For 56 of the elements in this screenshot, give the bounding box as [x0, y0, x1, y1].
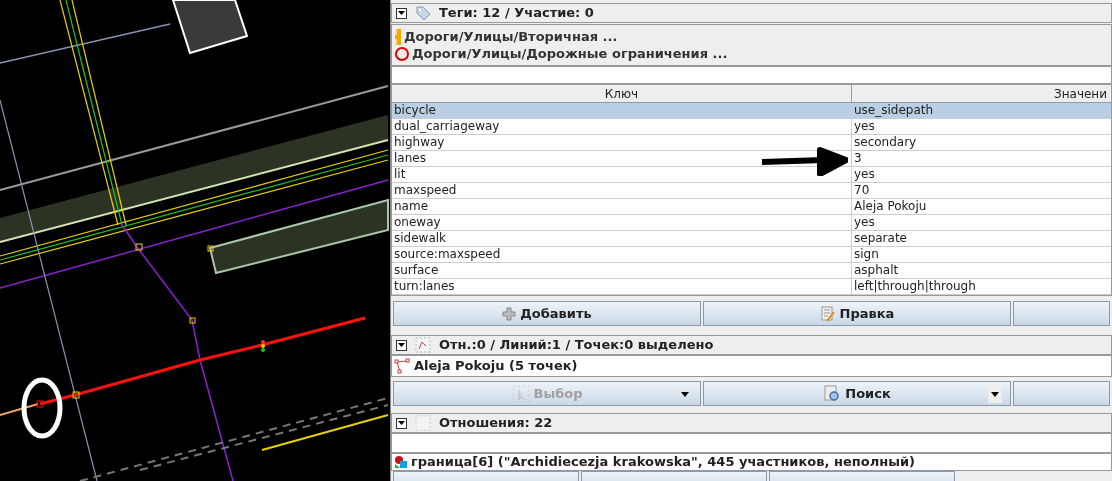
- value-text: Aleja Pokoju: [853, 199, 928, 214]
- toggle-icon[interactable]: [396, 7, 407, 19]
- way-icon: [394, 358, 410, 374]
- action-button[interactable]: Поиск: [703, 381, 1011, 406]
- value-text: yes: [853, 167, 876, 182]
- key-text: turn:lanes: [392, 279, 852, 294]
- value-text: yes: [853, 119, 876, 134]
- cursor-icon: [511, 384, 530, 403]
- value-text: asphalt: [853, 263, 900, 278]
- filter-field[interactable]: [391, 66, 1112, 84]
- table-row[interactable]: bicycle use_sidepath: [392, 103, 1111, 119]
- column-header[interactable]: Значени: [852, 85, 1111, 103]
- value-text: yes: [853, 215, 876, 230]
- value-text: 3: [853, 151, 863, 166]
- table-row[interactable]: dual_carriageway yes: [392, 119, 1111, 135]
- relation-icon: [394, 455, 408, 469]
- toggle-icon[interactable]: [396, 339, 407, 351]
- table-row[interactable]: lanes 3: [392, 151, 1111, 167]
- table-row[interactable]: source:maxspeed sign: [392, 247, 1111, 263]
- ring-icon: [395, 46, 409, 61]
- key-text: dual_carriageway: [392, 119, 852, 134]
- value-text: sign: [853, 247, 880, 262]
- value-text: 70: [853, 183, 871, 198]
- table-row[interactable]: surface asphalt: [392, 263, 1111, 279]
- key-text: name: [392, 199, 852, 214]
- value-text: use_sidepath: [853, 103, 935, 118]
- tag-icon: [415, 5, 431, 21]
- key-text: bicycle: [392, 103, 852, 118]
- table-row[interactable]: maxspeed 70: [392, 183, 1111, 199]
- table-row[interactable]: highway secondary: [392, 135, 1111, 151]
- key-text: source:maxspeed: [392, 247, 852, 262]
- value-text: separate: [853, 231, 908, 246]
- action-button[interactable]: [1013, 301, 1110, 326]
- pencil-icon: [819, 305, 836, 322]
- value-text: secondary: [853, 135, 918, 150]
- panel-title: Отношения: 22: [439, 414, 553, 433]
- table-row[interactable]: name Aleja Pokoju: [392, 199, 1111, 215]
- action-button[interactable]: Добавить: [393, 301, 701, 326]
- panel-title: Отн.:0 / Линий:1 / Точек:0 выделено: [439, 336, 714, 355]
- search-icon: [823, 384, 842, 403]
- action-button[interactable]: Правка: [703, 301, 1011, 326]
- panel-title: Теги: 12 / Участие: 0: [439, 4, 594, 23]
- filter-field[interactable]: [391, 433, 1112, 453]
- table-row[interactable]: turn:lanes left|through|through: [392, 279, 1111, 295]
- action-button[interactable]: [1013, 381, 1110, 406]
- table-row[interactable]: sidewalk separate: [392, 231, 1111, 247]
- key-text: sidewalk: [392, 231, 852, 246]
- key-text: oneway: [392, 215, 852, 230]
- key-text: surface: [392, 263, 852, 278]
- road-icon: [395, 28, 401, 45]
- key-text: maxspeed: [392, 183, 852, 198]
- toggle-icon[interactable]: [396, 417, 407, 429]
- plus-icon: [502, 306, 517, 321]
- value-text: left|through|through: [853, 279, 977, 294]
- table-row[interactable]: oneway yes: [392, 215, 1111, 231]
- table-row[interactable]: lit yes: [392, 167, 1111, 183]
